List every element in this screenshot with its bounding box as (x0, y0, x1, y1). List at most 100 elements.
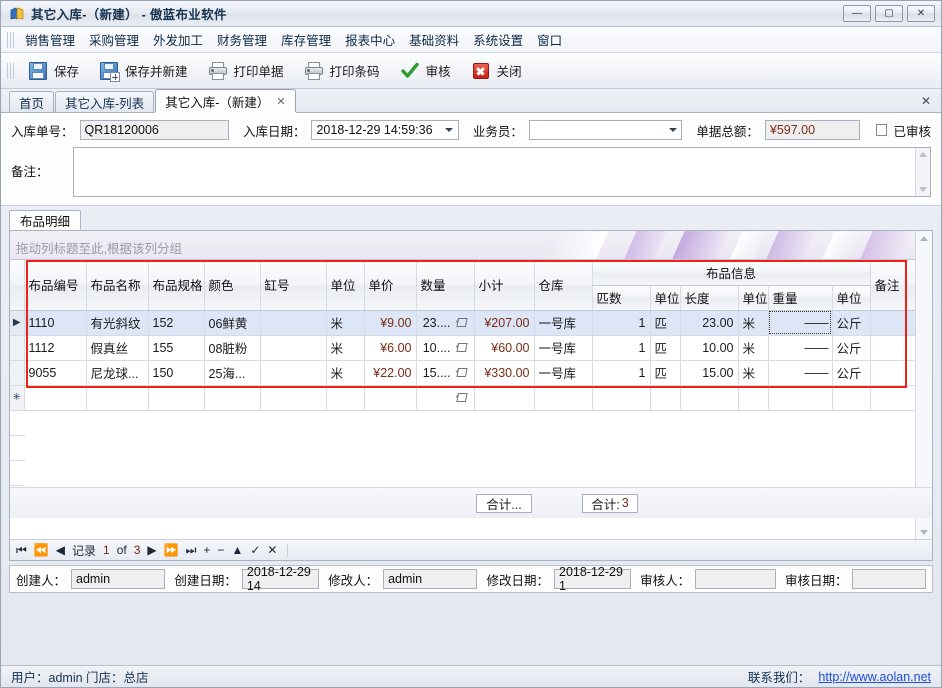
cell-pieces[interactable] (592, 385, 650, 410)
cell-memo[interactable] (870, 335, 916, 360)
menu-item-settings[interactable]: 系统设置 (466, 27, 530, 52)
nav-cancel-button[interactable]: ✕ (267, 543, 277, 557)
cell-vat[interactable] (260, 335, 326, 360)
close-button[interactable]: ✕ (907, 5, 935, 22)
cell-unit[interactable] (326, 385, 364, 410)
tab-other-inbound-new[interactable]: 其它入库-（新建） ✕ (155, 89, 295, 112)
grid-column-header-vat[interactable]: 缸号 (260, 260, 326, 310)
cell-length[interactable] (680, 385, 738, 410)
cell-vat[interactable] (260, 310, 326, 335)
cell-wunit[interactable]: 公斤 (832, 310, 870, 335)
cell-color[interactable]: 08脏粉 (204, 335, 260, 360)
cell-price[interactable]: ¥9.00 (364, 310, 416, 335)
nav-next-page-button[interactable]: ⏩ (164, 543, 179, 557)
cell-pieces[interactable]: 1 (592, 335, 650, 360)
cell-weight[interactable]: —— (768, 360, 832, 385)
menu-grip-handle[interactable] (7, 32, 14, 48)
grid-column-header-length[interactable]: 长度 (680, 285, 738, 310)
cell-memo[interactable] (870, 310, 916, 335)
nav-next-button[interactable]: ▶ (147, 543, 156, 557)
cell-code[interactable]: 1112 (24, 335, 86, 360)
grid-column-header-memo[interactable]: 备注 (870, 260, 916, 310)
cell-code[interactable] (24, 385, 86, 410)
grid-column-header-store[interactable]: 仓库 (534, 260, 592, 310)
qty-editor-icon[interactable] (454, 366, 470, 379)
cell-punit[interactable]: 匹 (650, 335, 680, 360)
menu-item-sales[interactable]: 销售管理 (18, 27, 82, 52)
cell-unit[interactable]: 米 (326, 360, 364, 385)
summary-total-button[interactable]: 合计... (476, 494, 532, 513)
cell-subtot[interactable] (474, 385, 534, 410)
grid-column-header-pieces[interactable]: 匹数 (592, 285, 650, 310)
grid-column-header-punit[interactable]: 单位 (650, 285, 680, 310)
cell-spec[interactable]: 155 (148, 335, 204, 360)
menu-item-inventory[interactable]: 库存管理 (274, 27, 338, 52)
cell-price[interactable]: ¥6.00 (364, 335, 416, 360)
cell-unit[interactable]: 米 (326, 310, 364, 335)
memo-textarea[interactable] (73, 147, 931, 197)
nav-remove-button[interactable]: − (217, 543, 224, 557)
cell-lunit[interactable]: 米 (738, 310, 768, 335)
row-indicator[interactable]: ✳ (10, 385, 24, 410)
grid-column-header-lunit[interactable]: 单位 (738, 285, 768, 310)
cell-qty[interactable]: 15.... (416, 360, 474, 385)
grid-column-header-color[interactable]: 颜色 (204, 260, 260, 310)
qty-editor-icon[interactable] (454, 316, 470, 329)
nav-prev-page-button[interactable]: ⏪ (34, 543, 49, 557)
cell-price[interactable]: ¥22.00 (364, 360, 416, 385)
cell-subtot[interactable]: ¥207.00 (474, 310, 534, 335)
toolbar-grip-handle[interactable] (7, 63, 14, 79)
cell-pieces[interactable]: 1 (592, 310, 650, 335)
table-row[interactable]: ▶1110有光斜纹15206鲜黄米¥9.0023....¥207.00一号库1匹… (10, 310, 916, 335)
grid-column-header-weight[interactable]: 重量 (768, 285, 832, 310)
row-indicator[interactable]: ▶ (10, 310, 24, 335)
scroll-down-icon[interactable] (920, 530, 928, 535)
cell-unit[interactable]: 米 (326, 335, 364, 360)
cell-qty[interactable]: 10.... (416, 335, 474, 360)
grid-column-header-name[interactable]: 布品名称 (86, 260, 148, 310)
cell-code[interactable]: 1110 (24, 310, 86, 335)
cell-wunit[interactable] (832, 385, 870, 410)
row-indicator[interactable] (10, 360, 24, 385)
cell-vat[interactable] (260, 385, 326, 410)
cell-color[interactable]: 06鲜黄 (204, 310, 260, 335)
cell-color[interactable] (204, 385, 260, 410)
tab-fabric-detail[interactable]: 布品明细 (9, 210, 81, 230)
menu-item-reports[interactable]: 报表中心 (338, 27, 402, 52)
cell-name[interactable]: 尼龙球... (86, 360, 148, 385)
close-form-button[interactable]: 关闭 (461, 57, 532, 85)
tabstrip-close-icon[interactable]: ✕ (921, 94, 931, 108)
group-by-panel[interactable]: 拖动列标题至此,根据该列分组 (10, 231, 932, 260)
cell-color[interactable]: 25海... (204, 360, 260, 385)
grid-column-header-unit[interactable]: 单位 (326, 260, 364, 310)
save-and-new-button[interactable]: 保存并新建 (89, 57, 198, 85)
nav-prev-button[interactable]: ◀ (56, 543, 65, 557)
cell-store[interactable]: 一号库 (534, 335, 592, 360)
scroll-up-icon[interactable] (920, 236, 928, 241)
cell-store[interactable] (534, 385, 592, 410)
cell-price[interactable] (364, 385, 416, 410)
cell-punit[interactable] (650, 385, 680, 410)
grid-column-header-price[interactable]: 单价 (364, 260, 416, 310)
cell-punit[interactable]: 匹 (650, 360, 680, 385)
tab-close-icon[interactable]: ✕ (276, 95, 285, 108)
cell-length[interactable]: 10.00 (680, 335, 738, 360)
contact-link[interactable]: http://www.aolan.net (818, 670, 931, 684)
cell-memo[interactable] (870, 385, 916, 410)
cell-lunit[interactable]: 米 (738, 360, 768, 385)
audited-checkbox[interactable] (876, 124, 888, 136)
cell-qty[interactable]: 23.... (416, 310, 474, 335)
nav-first-button[interactable]: ⏮ (16, 543, 27, 558)
cell-vat[interactable] (260, 360, 326, 385)
order-no-input[interactable]: QR18120006 (80, 120, 229, 140)
print-barcode-button[interactable]: 打印条码 (294, 57, 390, 85)
nav-post-button[interactable]: ✓ (250, 543, 260, 557)
cell-spec[interactable] (148, 385, 204, 410)
tab-home[interactable]: 首页 (9, 91, 54, 112)
grid-column-header-code[interactable]: 布品编号 (24, 260, 86, 310)
print-document-button[interactable]: 打印单据 (198, 57, 294, 85)
cell-spec[interactable]: 150 (148, 360, 204, 385)
cell-code[interactable]: 9055 (24, 360, 86, 385)
audit-button[interactable]: 审核 (390, 57, 461, 85)
inbound-date-picker[interactable]: 2018-12-29 14:59:36 (311, 120, 458, 140)
